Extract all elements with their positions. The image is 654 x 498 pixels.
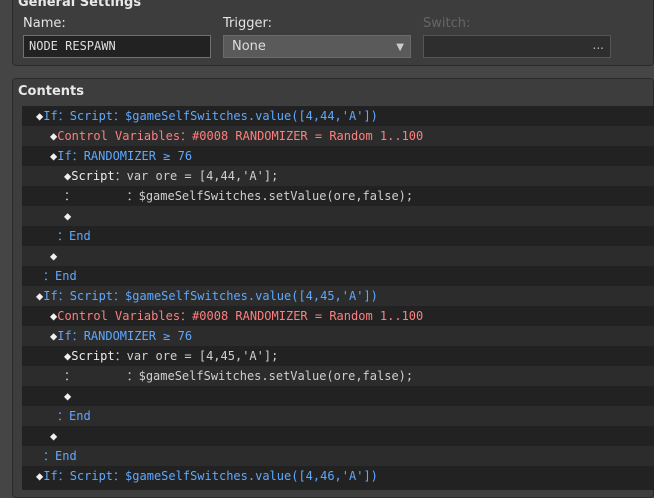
command-text: ： (43, 449, 56, 463)
trigger-select[interactable]: None ▼ (223, 35, 411, 58)
command-text: ：$gameSelfSwitches.setValue(ore,false); (76, 369, 414, 383)
switch-label: Switch: (423, 16, 471, 31)
name-input[interactable]: NODE RESPAWN (23, 35, 211, 58)
command-row[interactable]: ◆If：Script：$gameSelfSwitches.value([4,44… (22, 106, 654, 126)
command-text: If： (43, 469, 70, 483)
command-text: ：var ore = [4,45,'A']; (114, 349, 279, 363)
command-text: Control Variables： (57, 129, 193, 143)
general-settings-title: General Settings (18, 0, 142, 10)
command-text: #0008 RANDOMIZER = Random 1..100 (192, 129, 424, 143)
command-diamond-icon: ◆ (64, 209, 72, 223)
command-text: $gameSelfSwitches.value([4,46,'A']) (125, 469, 378, 483)
command-row[interactable]: ◆Control Variables：#0008 RANDOMIZER = Ra… (22, 126, 654, 146)
command-text: If： (57, 149, 84, 163)
name-label: Name: (23, 16, 66, 31)
command-row[interactable]: ： ：$gameSelfSwitches.setValue(ore,false)… (22, 366, 654, 386)
command-text: Script： (69, 469, 126, 483)
command-diamond-icon: ◆ (50, 429, 58, 443)
command-row[interactable]: ： ：$gameSelfSwitches.setValue(ore,false)… (22, 186, 654, 206)
command-text: Script (71, 349, 115, 363)
command-row[interactable]: ◆ (22, 206, 654, 226)
command-row[interactable]: ◆ (22, 386, 654, 406)
command-row[interactable]: ◆If：RANDOMIZER ≥ 76 (22, 326, 654, 346)
command-text: ：$gameSelfSwitches.setValue(ore,false); (76, 189, 414, 203)
command-row[interactable]: ◆If：Script：$gameSelfSwitches.value([4,46… (22, 466, 654, 486)
dropdown-arrow-icon: ▼ (396, 42, 404, 53)
command-text: ： (57, 409, 70, 423)
command-row[interactable]: ◆ (22, 426, 654, 446)
command-text: #0008 RANDOMIZER = Random 1..100 (192, 309, 424, 323)
command-text: ： (43, 269, 56, 283)
command-row[interactable]: ：End (22, 266, 654, 286)
command-diamond-icon: ◆ (50, 249, 58, 263)
command-text: End (69, 229, 91, 243)
command-text: If： (57, 329, 84, 343)
event-command-list[interactable]: ◆If：Script：$gameSelfSwitches.value([4,44… (22, 106, 654, 490)
trigger-value: None (232, 39, 266, 54)
command-text: $gameSelfSwitches.value([4,44,'A']) (125, 109, 378, 123)
command-text: Script (71, 169, 115, 183)
command-row[interactable]: ◆ (22, 246, 654, 266)
contents-title: Contents (18, 84, 84, 99)
command-text: $gameSelfSwitches.value([4,45,'A']) (125, 289, 378, 303)
command-text: If： (43, 109, 70, 123)
command-row[interactable]: ◆Script：var ore = [4,45,'A']; (22, 346, 654, 366)
command-text: RANDOMIZER ≥ 76 (83, 329, 193, 343)
trigger-label: Trigger: (223, 16, 272, 31)
command-text: Script： (69, 109, 126, 123)
command-row[interactable]: ：End (22, 446, 654, 466)
command-row[interactable]: ◆Script：var ore = [4,44,'A']; (22, 166, 654, 186)
command-text: End (55, 269, 77, 283)
command-text: Control Variables： (57, 309, 193, 323)
command-row[interactable]: ◆If：Script：$gameSelfSwitches.value([4,45… (22, 286, 654, 306)
command-text: ： (57, 229, 70, 243)
command-text: ： (64, 189, 77, 203)
command-text: ： (64, 369, 77, 383)
command-row[interactable]: ◆If：RANDOMIZER ≥ 76 (22, 146, 654, 166)
command-text: Script： (69, 289, 126, 303)
switch-selector[interactable]: ... (423, 35, 611, 58)
command-row[interactable]: ◆Control Variables：#0008 RANDOMIZER = Ra… (22, 306, 654, 326)
command-row[interactable]: ：End (22, 406, 654, 426)
command-diamond-icon: ◆ (64, 389, 72, 403)
command-text: If： (43, 289, 70, 303)
command-text: End (69, 409, 91, 423)
command-row[interactable]: ：End (22, 226, 654, 246)
command-text: ：var ore = [4,44,'A']; (114, 169, 279, 183)
command-text: RANDOMIZER ≥ 76 (83, 149, 193, 163)
command-text: End (55, 449, 77, 463)
ellipsis-icon[interactable]: ... (593, 38, 604, 52)
